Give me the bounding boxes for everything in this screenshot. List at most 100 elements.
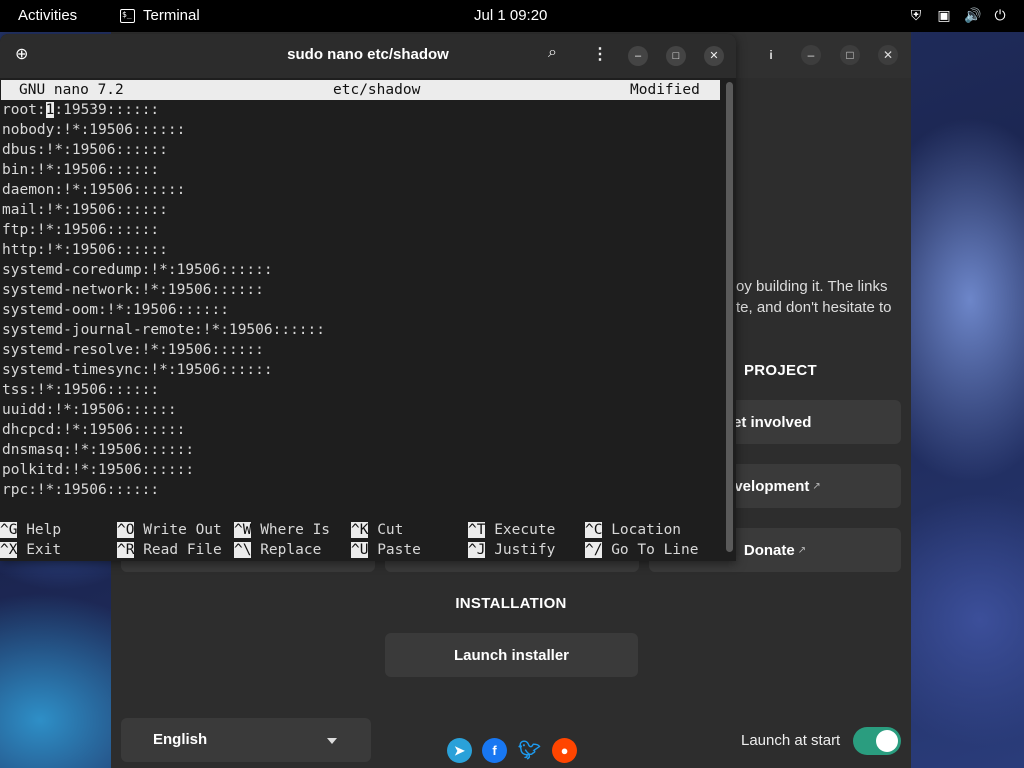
file-line[interactable]: systemd-timesync:!*:19506::::::	[2, 360, 325, 380]
privacy-indicator-icon: ⛨	[910, 7, 922, 23]
shortcut-gap	[17, 522, 26, 538]
welcome-description: oy building it. The links te, and don't …	[736, 276, 906, 318]
launch-installer-button[interactable]: Launch installer	[385, 633, 638, 677]
launch-installer-label: Launch installer	[453, 646, 570, 664]
shortcut-label: Where Is	[260, 522, 331, 538]
shortcut-gap	[368, 542, 377, 558]
nano-shortcut-bar: ^G Help ^O Write Out ^W Where Is ^K Cut ^T E…	[0, 520, 724, 560]
activities-button[interactable]: Activities	[18, 7, 77, 24]
shortcut-label: Help	[26, 522, 62, 538]
nano-shortcut: ^R Read File	[117, 540, 222, 560]
file-line[interactable]: systemd-resolve:!*:19506::::::	[2, 340, 325, 360]
shortcut-key: ^R	[117, 542, 135, 558]
nano-version: GNU nano 7.2	[19, 82, 124, 98]
language-value: English	[153, 731, 208, 748]
project-section-title: PROJECT	[744, 362, 817, 379]
launch-at-start-label: Launch at start	[741, 732, 841, 749]
language-select[interactable]: English	[121, 718, 371, 762]
file-line[interactable]: nobody:!*:19506::::::	[2, 120, 325, 140]
clock[interactable]: Jul 1 09:20	[474, 7, 547, 24]
shortcut-gap	[485, 522, 494, 538]
maximize-button[interactable]: □	[666, 46, 686, 66]
close-button[interactable]: ✕	[878, 45, 898, 65]
app-menu[interactable]: $_ Terminal	[120, 7, 200, 24]
file-line[interactable]: systemd-coredump:!*:19506::::::	[2, 260, 325, 280]
get-involved-label: et involved	[733, 413, 812, 431]
nano-header: GNU nano 7.2 etc/shadow Modified	[1, 80, 720, 100]
shortcut-label: Execute	[494, 522, 556, 538]
nano-shortcut: ^X Exit	[0, 540, 61, 560]
file-line[interactable]: polkitd:!*:19506::::::	[2, 460, 325, 480]
file-line[interactable]: tss:!*:19506::::::	[2, 380, 325, 400]
file-line[interactable]: systemd-journal-remote:!*:19506::::::	[2, 320, 325, 340]
terminal-window: ⊕ sudo nano etc/shadow ⌕ ⋮ – □ ✕ GNU nan…	[0, 34, 736, 561]
file-line[interactable]: systemd-oom:!*:19506::::::	[2, 300, 325, 320]
file-line[interactable]: dnsmasq:!*:19506::::::	[2, 440, 325, 460]
terminal-scrollbar[interactable]	[726, 82, 733, 552]
file-line[interactable]: dbus:!*:19506::::::	[2, 140, 325, 160]
development-button[interactable]: evelopment ↗	[711, 464, 901, 508]
volume-icon: 🔊	[964, 7, 982, 23]
search-icon[interactable]: ⌕	[548, 44, 557, 62]
close-button[interactable]: ✕	[704, 46, 724, 66]
shortcut-key: ^U	[351, 542, 369, 558]
facebook-icon[interactable]: f	[482, 738, 507, 763]
maximize-button[interactable]: □	[840, 45, 860, 65]
menu-icon[interactable]: ⋮	[592, 44, 608, 64]
shortcut-gap	[485, 542, 494, 558]
shortcut-key: ^X	[0, 542, 18, 558]
file-line[interactable]: ftp:!*:19506::::::	[2, 220, 325, 240]
shortcut-label: Go To Line	[611, 542, 699, 558]
shortcut-key: ^T	[468, 522, 486, 538]
file-line[interactable]: http:!*:19506::::::	[2, 240, 325, 260]
nano-status: Modified	[630, 82, 700, 98]
shortcut-label: Paste	[377, 542, 421, 558]
shortcut-gap	[602, 522, 611, 538]
terminal-app-icon: $_	[120, 8, 135, 23]
welcome-text-line: te, and don't hesitate to	[736, 299, 892, 316]
shortcut-key: ^/	[585, 542, 603, 558]
installation-section-title: INSTALLATION	[455, 595, 567, 612]
donate-label: Donate	[743, 541, 795, 559]
file-line[interactable]: rpc:!*:19506::::::	[2, 480, 325, 500]
toggle-knob	[876, 730, 898, 752]
minimize-button[interactable]: –	[801, 45, 821, 65]
nano-filename: etc/shadow	[333, 82, 421, 98]
shortcut-gap	[17, 542, 26, 558]
file-line[interactable]: bin:!*:19506::::::	[2, 160, 325, 180]
file-line[interactable]: systemd-network:!*:19506::::::	[2, 280, 325, 300]
shortcut-gap	[602, 542, 611, 558]
shortcut-label: Cut	[377, 522, 404, 538]
system-tray[interactable]: ⛨ ▣ 🔊 ⏻	[908, 7, 1008, 24]
shortcut-gap	[251, 542, 260, 558]
file-line[interactable]: mail:!*:19506::::::	[2, 200, 325, 220]
file-line[interactable]: uuidd:!*:19506::::::	[2, 400, 325, 420]
get-involved-button[interactable]: et involved	[711, 400, 901, 444]
shortcut-label: Replace	[260, 542, 322, 558]
nano-editor[interactable]: GNU nano 7.2 etc/shadow Modified root:1:…	[0, 78, 724, 561]
line-text: :19539::::::	[54, 102, 160, 118]
shortcut-key: ^\	[234, 542, 252, 558]
file-line[interactable]: dhcpcd:!*:19506::::::	[2, 420, 325, 440]
power-icon: ⏻	[994, 7, 1006, 23]
nano-shortcut: ^C Location	[585, 520, 681, 540]
shortcut-gap	[134, 522, 143, 538]
app-name: Terminal	[143, 7, 200, 24]
nano-shortcut: ^J Justify	[468, 540, 555, 560]
launch-at-start-toggle[interactable]	[853, 727, 901, 755]
top-bar: Activities $_ Terminal Jul 1 09:20 ⛨ ▣ 🔊…	[0, 0, 1024, 32]
telegram-icon[interactable]: ➤	[447, 738, 472, 763]
nano-shortcut: ^G Help	[0, 520, 61, 540]
file-content[interactable]: root:1:19539:::::: nobody:!*:19506::::::…	[2, 100, 325, 500]
social-links: ➤ f 🐦︎ ●	[447, 738, 577, 763]
reddit-icon[interactable]: ●	[552, 738, 577, 763]
twitter-icon[interactable]: 🐦︎	[517, 738, 542, 763]
welcome-text-line: oy building it. The links	[736, 278, 888, 295]
shortcut-key: ^J	[468, 542, 486, 558]
file-line[interactable]: root:1:19539::::::	[2, 100, 325, 120]
file-line[interactable]: daemon:!*:19506::::::	[2, 180, 325, 200]
minimize-button[interactable]: –	[628, 46, 648, 66]
shortcut-label: Exit	[26, 542, 62, 558]
about-icon[interactable]: i	[761, 45, 781, 65]
shortcut-key: ^O	[117, 522, 135, 538]
